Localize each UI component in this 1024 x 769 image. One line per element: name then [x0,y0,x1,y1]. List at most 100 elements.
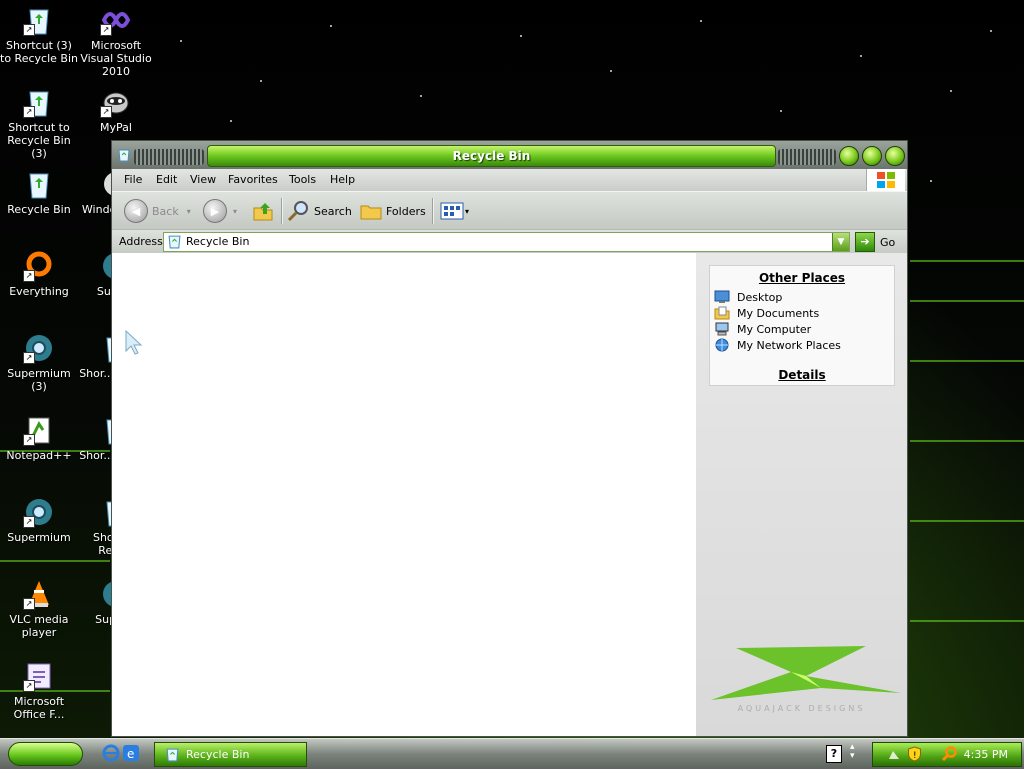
aquajack-designs-logo: AQUAJACK DESIGNS [696,638,907,718]
grid-line [0,560,110,562]
desktop-icon-label: MyPal [100,121,132,134]
taskbar-button-label: Recycle Bin [186,748,250,761]
desktop-icon-supermium-3[interactable]: ↗ Supermium (3) [0,332,78,393]
desktop-icon-supermium[interactable]: ↗ Supermium [0,496,78,544]
desktop-icon-shortcut-recycle-bin-3[interactable]: ↗ Shortcut to Recycle Bin (3) [0,86,78,160]
back-button[interactable]: ◀ Back ▾ [124,199,191,223]
chevron-down-icon: ▾ [233,206,238,216]
minimize-button[interactable] [839,146,859,166]
menu-view[interactable]: View [190,173,216,186]
views-icon [440,202,464,220]
content-area: Other Places Desktop My Documents My Com… [112,253,907,736]
link-my-network-places[interactable]: My Network Places [714,337,894,353]
toolbar-separator [281,198,283,224]
star [860,55,862,57]
desktop-icon-office[interactable]: ↗ Microsoft Office F... [0,660,78,721]
grid-line [910,440,1024,442]
search-button[interactable]: Search [287,199,352,223]
help-icon[interactable]: ? [826,745,842,763]
start-button[interactable] [8,742,83,766]
maximize-button[interactable] [862,146,882,166]
desktop-icon-label: VLC media player [9,613,69,639]
link-label: My Network Places [737,338,841,352]
network-tray-icon[interactable] [887,747,901,761]
clock[interactable]: 4:35 PM [964,748,1008,761]
recycle-bin-icon: ↗ [23,86,55,118]
desktop-icon-label: Shortcut to Recycle Bin (3) [7,121,71,160]
desktop-icon-mypal[interactable]: ↗ MyPal [77,86,155,134]
link-desktop[interactable]: Desktop [714,289,894,305]
tray-expand-icon[interactable]: ▴ ▾ [850,743,855,761]
folders-icon [360,205,382,220]
svg-text:!: ! [913,751,917,761]
star [700,20,702,22]
desktop-icon-visual-studio[interactable]: ↗ Microsoft Visual Studio 2010 [77,4,155,78]
menu-edit[interactable]: Edit [156,173,177,186]
close-button[interactable] [885,146,905,166]
chevron-down-icon: ▼ [837,237,845,247]
chevron-down-icon: ▾ [186,206,191,216]
up-folder-icon [253,203,273,221]
other-places-panel: Other Places Desktop My Documents My Com… [709,265,895,386]
address-input[interactable]: Recycle Bin ▼ [163,232,850,252]
title-grille [134,149,204,165]
address-dropdown-button[interactable]: ▼ [832,233,849,251]
mypal-icon: ↗ [100,86,132,118]
desktop-icon-label: Microsoft Visual Studio 2010 [80,39,152,78]
link-my-computer[interactable]: My Computer [714,321,894,337]
grid-line [910,620,1024,622]
details-heading[interactable]: Details [710,368,894,382]
windows-flag-icon [866,169,905,191]
menu-favorites[interactable]: Favorites [228,173,278,186]
task-pane: Other Places Desktop My Documents My Com… [696,253,907,736]
office-icon: ↗ [23,660,55,692]
forward-arrow-icon: ▶ [203,199,227,223]
star [990,30,992,32]
back-label: Back [152,204,179,218]
menu-tools[interactable]: Tools [289,173,316,186]
forward-button[interactable]: ▶ ▾ [203,199,237,223]
window-title: Recycle Bin [207,145,776,167]
menu-file[interactable]: File [124,173,142,186]
browser-quicklaunch-icon[interactable]: e [122,744,140,762]
recycle-bin-icon [118,149,130,162]
folders-button[interactable]: Folders [359,199,426,223]
internet-explorer-icon[interactable] [102,744,120,762]
desktop-icon-everything[interactable]: ↗ Everything [0,250,78,298]
search-label: Search [314,204,352,218]
toolbar: ◀ Back ▾ ▶ ▾ Search Folders ▾ [112,191,907,230]
supermium-icon: ↗ [23,332,55,364]
link-my-documents[interactable]: My Documents [714,305,894,321]
menu-bar: File Edit View Favorites Tools Help [112,169,907,191]
my-documents-icon [714,306,730,320]
go-label: Go [880,235,896,249]
star [420,95,422,97]
address-value: Recycle Bin [186,235,250,248]
up-folder-button[interactable] [252,199,274,223]
file-list-pane[interactable] [115,253,695,736]
desktop-icon-notepad-plus-plus[interactable]: ↗ Notepad++ [0,414,78,462]
cursor-icon [125,329,143,355]
search-tray-icon[interactable] [941,746,957,762]
security-shield-icon[interactable]: ! [907,746,922,762]
search-icon [287,201,308,222]
menu-help[interactable]: Help [330,173,355,186]
desktop-icon-recycle-bin[interactable]: Recycle Bin [0,168,78,216]
title-bar[interactable]: Recycle Bin [112,141,907,169]
star [230,120,232,122]
desktop-icon [714,290,730,303]
supermium-icon: ↗ [23,496,55,528]
views-button[interactable]: ▾ [440,199,469,223]
chevron-down-icon: ▾ [465,206,470,216]
link-label: My Documents [737,306,820,320]
desktop-icon-vlc[interactable]: ↗ VLC media player [0,578,78,639]
recycle-bin-window[interactable]: Recycle Bin File Edit View Favorites Too… [111,140,908,737]
taskbar-button-recycle-bin[interactable]: Recycle Bin [154,742,307,767]
go-arrow-icon: ➔ [855,232,875,252]
network-places-icon [715,338,729,352]
other-places-heading[interactable]: Other Places [710,271,894,285]
grid-line [910,260,1024,262]
go-button[interactable]: ➔ Go [855,232,895,252]
recycle-bin-icon: ↗ [23,4,55,36]
desktop-icon-shortcut3-recycle-bin[interactable]: ↗ Shortcut (3) to Recycle Bin [0,4,78,65]
